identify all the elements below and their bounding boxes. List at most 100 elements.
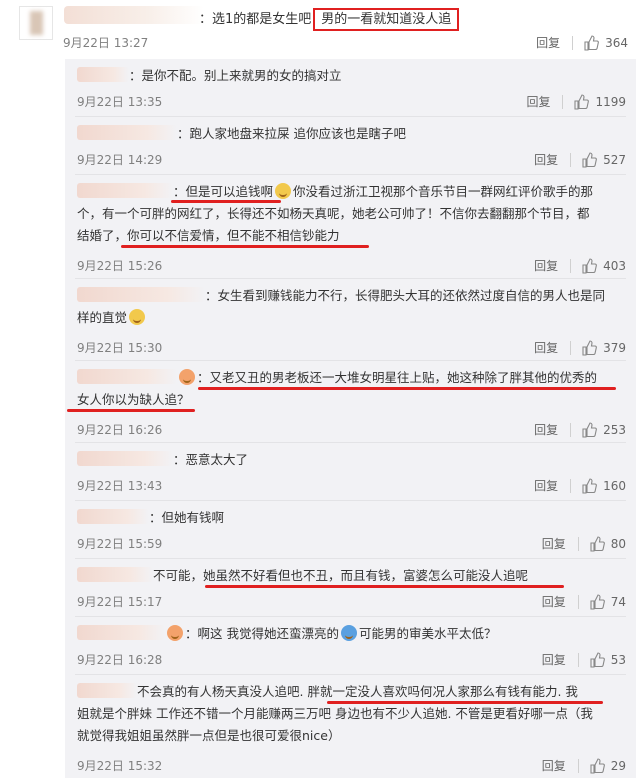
replies-panel: ：是你不配。别上来就男的女的搞对立 9月22日 13:35 回复 1199 ：跑…	[65, 59, 636, 778]
red-underline	[205, 585, 564, 588]
reply-item: ：但她有钱啊 9月22日 15:59 回复 80	[65, 501, 636, 559]
reply-item: 不会真的有人杨天真没人追吧. 胖就一定没人喜欢吗何况人家那么有钱有能力. 我 姐…	[65, 675, 636, 778]
thumbs-up-icon[interactable]	[583, 34, 599, 51]
reply-button[interactable]: 回复	[542, 593, 566, 610]
thumbs-up-icon[interactable]	[589, 757, 605, 774]
reply-text: ：但她有钱啊	[77, 507, 224, 529]
thumbs-up-icon[interactable]	[581, 151, 597, 168]
reply-content: ：啊这 我觉得她还蛮漂亮的	[185, 626, 339, 641]
reply-button[interactable]: 回复	[542, 651, 566, 668]
divider	[577, 758, 579, 773]
username-blurred[interactable]	[77, 509, 149, 524]
reply-item: ：但是可以追钱啊 你没看过浙江卫视那个音乐节目一群网红评价歌手的那 个，有一个可胖…	[65, 175, 636, 279]
username-blurred[interactable]	[77, 625, 165, 640]
reply-text: 不可能，她虽然不好看但也不丑，而且有钱，富婆怎么可能没人追呢	[77, 565, 528, 587]
reply-button[interactable]: 回复	[534, 477, 558, 494]
reply-content: 就觉得我姐姐虽然胖一点但是也很可爱很nice）	[77, 728, 341, 743]
avatar[interactable]	[19, 6, 53, 40]
like-count: 364	[605, 35, 628, 50]
thumbs-up-icon[interactable]	[581, 339, 597, 356]
thumbs-up-icon[interactable]	[589, 593, 605, 610]
like-count: 1199	[595, 94, 626, 109]
username-blurred[interactable]	[77, 287, 205, 302]
reply-item: ：是你不配。别上来就男的女的搞对立 9月22日 13:35 回复 1199	[65, 59, 636, 117]
thumbs-up-icon[interactable]	[581, 257, 597, 274]
reply-content: ：女生看到赚钱能力不行，长得肥头大耳的还依然过度自信的男人也是同	[205, 288, 606, 303]
reply-actions: 回复 379	[534, 339, 626, 356]
thumbs-up-icon[interactable]	[589, 535, 605, 552]
username-blurred[interactable]	[64, 6, 204, 24]
reply-item: ：啊这 我觉得她还蛮漂亮的 可能男的审美水平太低？ 9月22日 16:28 回复 …	[65, 617, 636, 675]
reply-time: 9月22日 16:26	[77, 423, 163, 437]
thumbs-up-icon[interactable]	[581, 477, 597, 494]
reply-actions: 回复 160	[534, 477, 626, 494]
red-underline	[327, 701, 603, 704]
reply-time: 9月22日 15:59	[77, 537, 163, 551]
like-count: 80	[610, 536, 626, 551]
reply-button[interactable]: 回复	[534, 339, 558, 356]
red-underline	[67, 409, 195, 412]
like-count: 253	[603, 422, 626, 437]
thumbs-up-icon[interactable]	[589, 651, 605, 668]
highlighted-text: 男的一看就知道没人追	[313, 8, 460, 31]
comment-text: ：选1的都是女生吧 男的一看就知道没人追	[199, 8, 460, 31]
reply-item: 不可能，她虽然不好看但也不丑，而且有钱，富婆怎么可能没人追呢 9月22日 15:…	[65, 559, 636, 617]
reply-item: ：女生看到赚钱能力不行，长得肥头大耳的还依然过度自信的男人也是同 样的直觉 9月…	[65, 279, 636, 361]
reply-text: ：跑人家地盘来拉屎 追你应该也是瞎子吧	[77, 123, 406, 145]
username-blurred[interactable]	[77, 567, 153, 582]
username-blurred[interactable]	[77, 183, 173, 198]
reply-time: 9月22日 15:17	[77, 595, 163, 609]
reply-content: 样的直觉	[77, 310, 128, 325]
smile-emoji-icon	[275, 183, 292, 199]
cool-emoji-icon	[340, 625, 357, 641]
reply-button[interactable]: 回复	[536, 34, 560, 51]
divider	[577, 652, 579, 667]
reply-content: ：是你不配。别上来就男的女的搞对立	[129, 68, 342, 83]
red-underline	[198, 387, 616, 390]
username-blurred[interactable]	[77, 369, 177, 384]
reply-content: ：但是可以追钱啊	[173, 184, 274, 199]
like-count: 160	[603, 478, 626, 493]
reply-actions: 回复 53	[542, 651, 626, 668]
like-count: 74	[610, 594, 626, 609]
main-comment: ：选1的都是女生吧 男的一看就知道没人追 9月22日 13:27 回复 364	[0, 0, 640, 58]
divider	[570, 340, 572, 355]
username-blurred[interactable]	[77, 67, 129, 82]
divider	[562, 94, 564, 109]
reply-button[interactable]: 回复	[542, 535, 566, 552]
reply-text: ：恶意太大了	[77, 449, 248, 471]
reply-item: ：恶意太大了 9月22日 13:43 回复 160	[65, 443, 636, 501]
like-count: 403	[603, 258, 626, 273]
reply-text: ：是你不配。别上来就男的女的搞对立	[77, 65, 342, 87]
reply-time: 9月22日 15:30	[77, 341, 163, 355]
reply-time: 9月22日 14:29	[77, 153, 163, 167]
reply-content: ：又老又丑的男老板还一大堆女明星往上贴，她这种除了胖其他的优秀的	[197, 370, 598, 385]
like-count: 29	[610, 758, 626, 773]
reply-text: ：啊这 我觉得她还蛮漂亮的 可能男的审美水平太低？	[77, 623, 497, 645]
comment-actions: 回复 364	[536, 34, 628, 51]
thumbs-up-icon[interactable]	[581, 421, 597, 438]
reply-actions: 回复 527	[534, 151, 626, 168]
like-count: 379	[603, 340, 626, 355]
red-underline	[171, 200, 281, 203]
reply-content: ：恶意太大了	[173, 452, 249, 467]
thumbs-up-icon[interactable]	[573, 93, 590, 110]
username-blurred[interactable]	[77, 683, 137, 698]
reply-button[interactable]: 回复	[526, 93, 550, 110]
username-blurred[interactable]	[77, 125, 177, 140]
reply-actions: 回复 1199	[526, 93, 626, 110]
reply-item: ：又老又丑的男老板还一大堆女明星往上贴，她这种除了胖其他的优秀的 女人你以为缺人…	[65, 361, 636, 443]
reply-button[interactable]: 回复	[542, 757, 566, 774]
reply-button[interactable]: 回复	[534, 421, 558, 438]
reply-text: ：女生看到赚钱能力不行，长得肥头大耳的还依然过度自信的男人也是同 样的直觉	[77, 285, 627, 329]
reply-content: 个，有一个可胖的网红了，长得还不如杨天真呢，她老公可帅了！不信你去翻翻那个节目，…	[77, 206, 590, 221]
reply-button[interactable]: 回复	[534, 151, 558, 168]
reply-button[interactable]: 回复	[534, 257, 558, 274]
username-blurred[interactable]	[77, 451, 173, 466]
reply-actions: 回复 29	[542, 757, 626, 774]
reply-content: 不会真的有人杨天真没人追吧. 胖就一定没人喜欢吗何况人家那么有钱有能力. 我	[137, 684, 578, 699]
reply-actions: 回复 253	[534, 421, 626, 438]
badge-emoji-icon	[167, 625, 183, 641]
reply-text: 不会真的有人杨天真没人追吧. 胖就一定没人喜欢吗何况人家那么有钱有能力. 我 姐…	[77, 681, 629, 747]
reply-actions: 回复 74	[542, 593, 626, 610]
